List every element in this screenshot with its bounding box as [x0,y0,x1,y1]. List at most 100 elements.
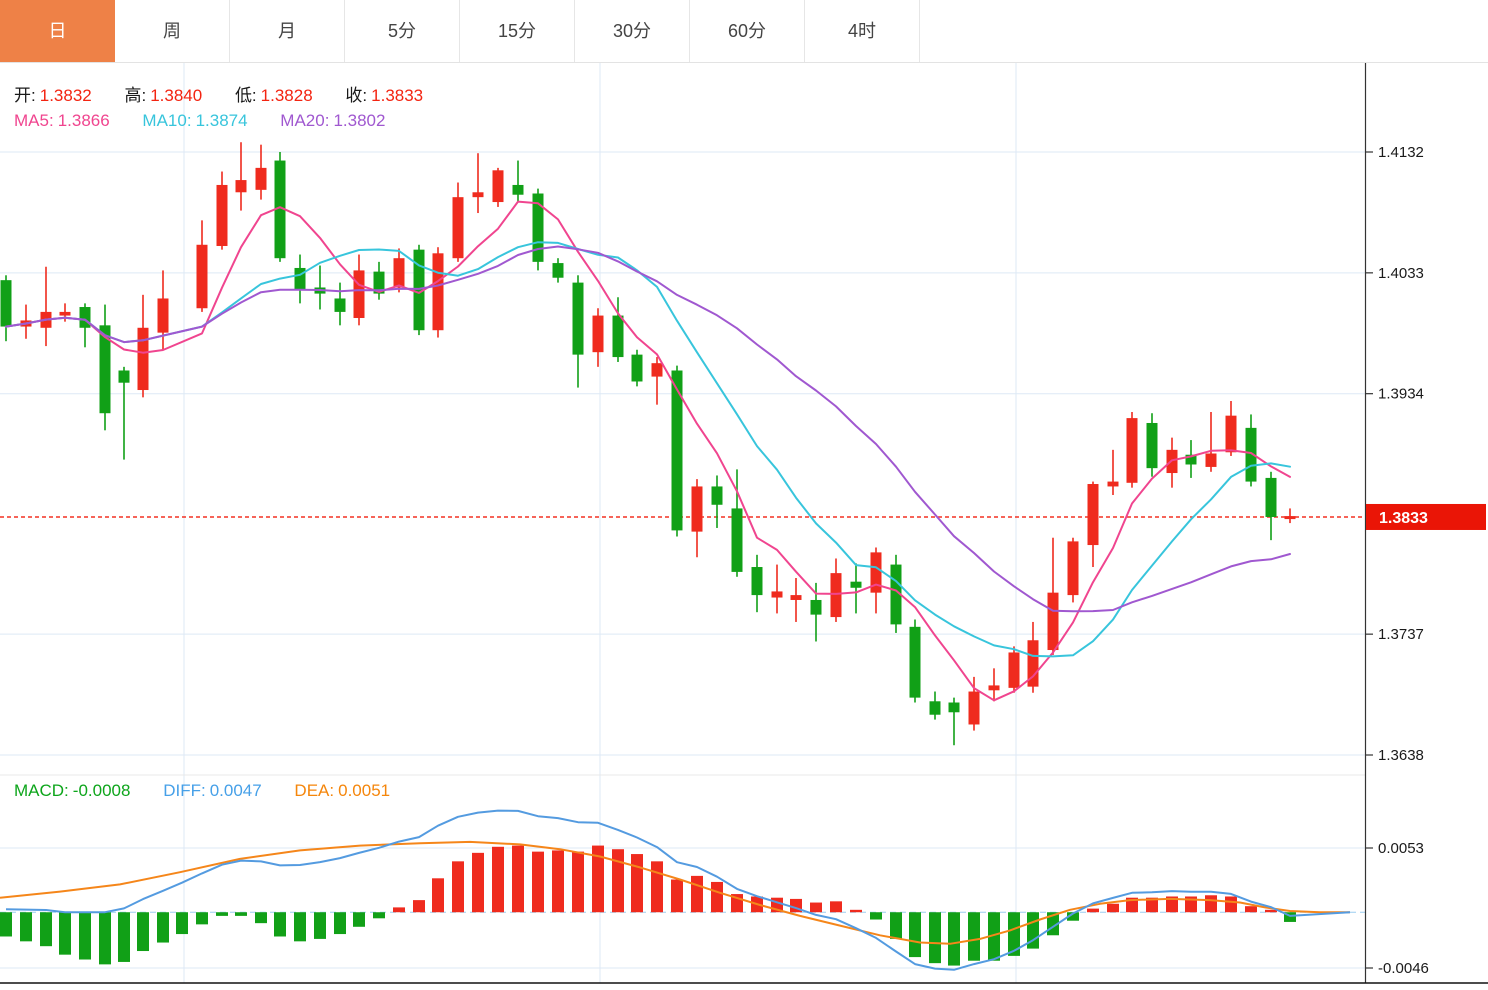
candle-body [196,244,208,309]
axis-tick-label: 1.3737 [1378,626,1424,643]
open-readout: 开: 1.3832 [14,86,92,105]
candle-body [572,282,584,355]
macd-bar [353,912,365,927]
macd-bar [850,909,862,913]
macd-bar [235,912,247,916]
axis-tick-label: 1.3934 [1378,386,1424,403]
macd-bar [691,875,703,913]
candle-body [472,192,484,198]
ma20-readout: MA20: 1.3802 [280,111,386,130]
macd-bar [968,912,980,961]
tab-5min[interactable]: 5分 [345,0,460,62]
macd-bar [651,861,663,913]
candle-body [353,270,365,319]
high-readout: 高: 1.3840 [124,86,203,105]
macd-bar [393,907,405,913]
macd-bar [948,912,960,966]
candle-body [751,567,763,596]
macd-bar [0,912,12,937]
macd-bar [1245,906,1257,913]
candle-body [0,280,12,327]
tab-week[interactable]: 周 [115,0,230,62]
macd-bar [1087,908,1099,913]
candle-body [1067,541,1079,596]
candle-body [157,298,169,333]
candle-body [1205,453,1217,467]
candle-body [850,581,862,588]
macd-bar [452,861,464,913]
macd-bar [274,912,286,937]
candle-body [612,315,624,358]
macd-bar [216,912,228,916]
macd-bar [671,879,683,913]
candle-body [731,508,743,572]
macd-bar [314,912,326,939]
macd-bar [373,912,385,919]
macd-bar [20,912,32,942]
candle-body [1107,481,1119,487]
candle-body [1008,652,1020,688]
tab-4hour[interactable]: 4时 [805,0,920,62]
candle-body [492,170,504,203]
chart-canvas[interactable]: 1.4132 1.4033 1.3934 1.3737 1.3638 0.0053 -0.0… [0,0,1488,990]
ma-legend: MA5: 1.3866 MA10: 1.3874 MA20: 1.3802 [14,111,413,131]
ma10-readout: MA10: 1.3874 [142,111,248,130]
macd-bar [1107,903,1119,913]
candle-body [968,691,980,725]
macd-bar [552,850,564,913]
candle-body [255,167,267,190]
macd-readout: MACD: -0.0008 [14,781,131,800]
dea-readout: DEA: 0.0051 [294,781,391,800]
macd-bar [929,912,941,964]
macd-legend: MACD: -0.0008 DIFF: 0.0047 DEA: 0.0051 [14,781,418,801]
candle-body [810,599,822,615]
candle-body [771,591,783,598]
macd-bar [572,851,584,913]
candle-body [79,307,91,328]
tab-60min[interactable]: 60分 [690,0,805,62]
candle-body [830,573,842,618]
macd-bar [612,849,624,913]
trading-chart-app: 1.4132 1.4033 1.3934 1.3737 1.3638 0.0053 -0.0… [0,0,1488,990]
candle-body [631,354,643,382]
macd-bar [40,912,52,947]
macd-bar [909,912,921,958]
candle-body [651,363,663,377]
macd-bar [1265,909,1277,913]
macd-bar [176,912,188,935]
timeframe-tab-bar: 日 周 月 5分 15分 30分 60分 4时 [0,0,1488,63]
macd-bar [157,912,169,943]
macd-bar [810,902,822,913]
candle-body [452,197,464,259]
candle-body [790,595,802,600]
candle-body [235,180,247,193]
candle-body [1225,415,1237,453]
tab-day[interactable]: 日 [0,0,115,62]
axis-tick-label: 1.4033 [1378,265,1424,282]
macd-bar [890,912,902,939]
macd-bar [1225,896,1237,913]
axis-tick-label: 0.0053 [1378,840,1424,857]
tab-15min[interactable]: 15分 [460,0,575,62]
candle-body [1126,418,1138,483]
candle-body [711,486,723,505]
candle-body [334,298,346,312]
tab-month[interactable]: 月 [230,0,345,62]
macd-bar [1205,895,1217,913]
candle-body [59,311,71,316]
candle-body [929,701,941,715]
candle-body [216,184,228,246]
tab-30min[interactable]: 30分 [575,0,690,62]
macd-bar [59,912,71,955]
macd-bar [79,912,91,960]
candle-body [512,184,524,195]
axis-tick-label: 1.4132 [1378,144,1424,161]
candle-body [1047,592,1059,651]
macd-bar [711,881,723,913]
close-readout: 收: 1.3833 [345,86,424,105]
macd-bar [294,912,306,942]
candle-body [118,370,130,383]
candle-body [294,267,306,290]
candle-body [592,315,604,353]
diff-readout: DIFF: 0.0047 [163,781,262,800]
